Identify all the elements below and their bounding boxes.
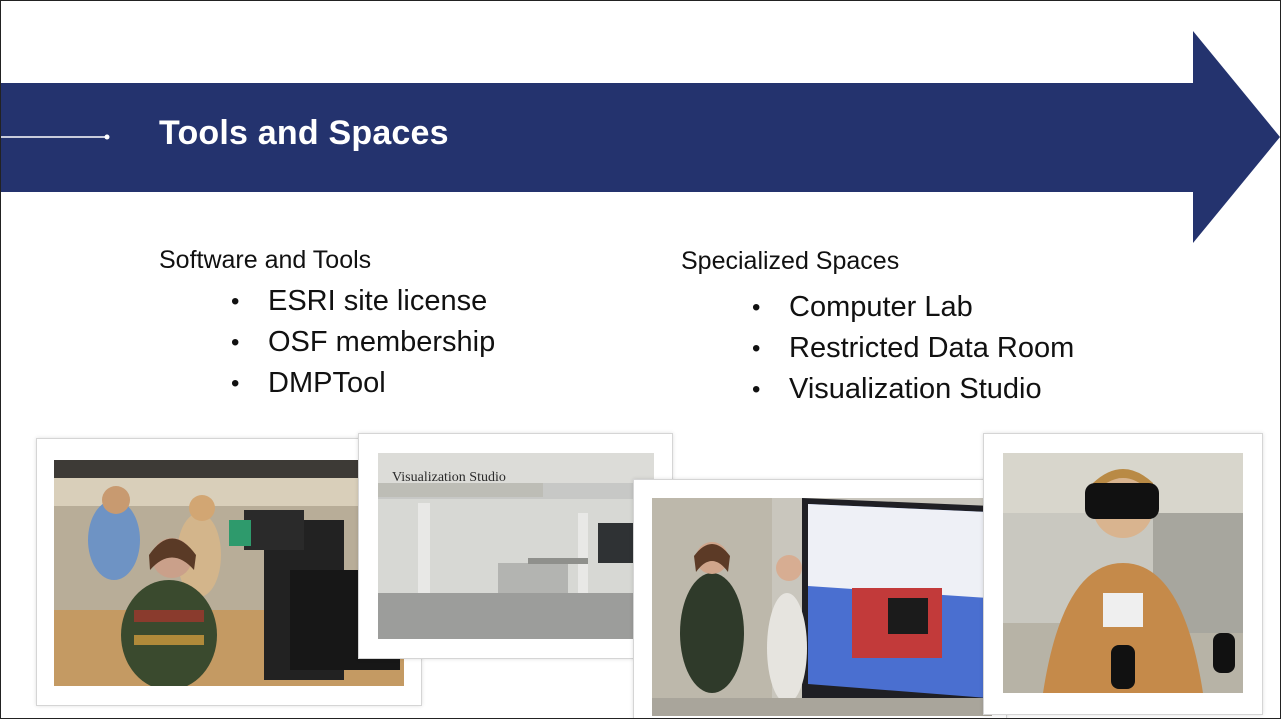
list-item: Visualization Studio <box>752 369 1074 410</box>
list-item: Computer Lab <box>752 287 1074 328</box>
display-wall-photo <box>633 479 1007 718</box>
spaces-list: Computer Lab Restricted Data Room Visual… <box>752 287 1074 410</box>
spaces-heading: Specialized Spaces <box>681 247 900 275</box>
vr-headset-photo <box>983 433 1263 715</box>
software-heading: Software and Tools <box>159 246 372 274</box>
list-item: DMPTool <box>231 363 495 404</box>
studio-sign-text: Visualization Studio <box>392 470 506 485</box>
visualization-studio-room-photo: Visualization Studio <box>358 433 673 659</box>
list-item: ESRI site license <box>231 281 495 322</box>
list-item: OSF membership <box>231 322 495 363</box>
slide: Tools and Spaces Software and Tools ESRI… <box>0 0 1281 719</box>
list-item: Restricted Data Room <box>752 328 1074 369</box>
page-title: Tools and Spaces <box>159 114 449 152</box>
software-list: ESRI site license OSF membership DMPTool <box>231 281 495 404</box>
